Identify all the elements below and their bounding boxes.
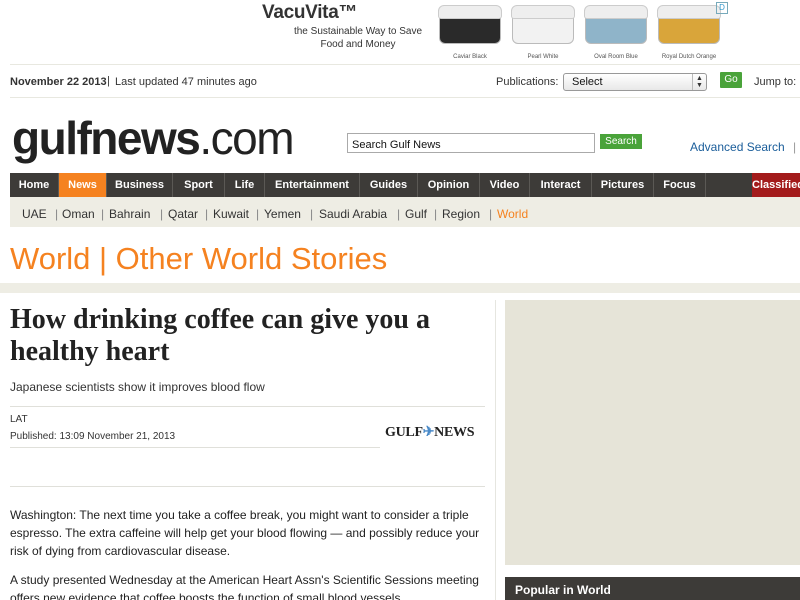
- nav-pictures[interactable]: Pictures: [592, 173, 654, 197]
- region-oman[interactable]: Oman: [62, 207, 95, 221]
- ad-product-caption: Royal Dutch Orange: [661, 54, 717, 60]
- ad-product-caption: Caviar Black: [453, 54, 487, 60]
- article-byline: LAT: [10, 414, 28, 425]
- search-input[interactable]: [347, 133, 595, 153]
- sidebar-ad-slot: [505, 300, 800, 565]
- nav-classifieds[interactable]: Classifieds: [752, 173, 800, 197]
- region-separator: |: [55, 207, 59, 221]
- nav-sport[interactable]: Sport: [173, 173, 225, 197]
- region-saudi-arabia[interactable]: Saudi Arabia: [319, 207, 387, 221]
- source-logo-right: NEWS: [434, 425, 475, 440]
- meta-divider: [10, 486, 485, 487]
- column-divider: [495, 300, 496, 600]
- nav-video[interactable]: Video: [480, 173, 530, 197]
- date-separator: |: [107, 75, 110, 87]
- ad-products: Caviar Black Pearl White Oval Room Blue …: [435, 2, 730, 60]
- nav-guides[interactable]: Guides: [360, 173, 418, 197]
- product-container-icon: [511, 5, 575, 44]
- region-qatar[interactable]: Qatar: [168, 207, 198, 221]
- ad-product-caption: Oval Room Blue: [594, 54, 638, 60]
- go-button[interactable]: Go: [720, 72, 742, 88]
- ad-product: Oval Room Blue: [581, 2, 651, 60]
- current-date: November 22 2013: [10, 76, 107, 88]
- gulf-news-source-logo: GULF✈NEWS: [385, 424, 474, 441]
- date-bar: November 22 2013 | Last updated 47 minut…: [10, 64, 800, 98]
- region-yemen[interactable]: Yemen: [264, 207, 301, 221]
- region-kuwait[interactable]: Kuwait: [213, 207, 249, 221]
- region-gulf[interactable]: Gulf: [405, 207, 427, 221]
- nav-life[interactable]: Life: [225, 173, 265, 197]
- region-separator: |: [434, 207, 438, 221]
- section-title: World | Other World Stories: [10, 241, 388, 276]
- article-paragraph: A study presented Wednesday at the Ameri…: [10, 573, 479, 600]
- nav-focus[interactable]: Focus: [654, 173, 706, 197]
- article-paragraph: Washington: The next time you take a cof…: [10, 508, 480, 558]
- region-uae[interactable]: UAE: [22, 207, 47, 221]
- advanced-search-link[interactable]: Advanced Search: [690, 140, 785, 154]
- ad-product: Pearl White: [508, 2, 578, 60]
- region-separator: |: [160, 207, 164, 221]
- product-container-icon: [657, 5, 721, 44]
- product-container-icon: [584, 5, 648, 44]
- popular-in-world-header: Popular in World: [505, 577, 800, 600]
- region-world[interactable]: World: [497, 207, 528, 221]
- gulf-news-bird-icon: ✈: [422, 425, 435, 440]
- region-nav: UAE | Oman | Bahrain | Qatar | Kuwait | …: [10, 197, 800, 227]
- select-arrows-icon: ▲ ▼: [692, 74, 706, 90]
- article-headline: How drinking coffee can give you a healt…: [10, 304, 430, 367]
- search-button[interactable]: Search: [600, 134, 642, 149]
- section-divider: [0, 283, 800, 293]
- meta-divider: [10, 447, 380, 448]
- ad-product: Caviar Black: [435, 2, 505, 60]
- meta-divider: [10, 406, 485, 407]
- ad-brand: VacuVita™: [262, 2, 358, 23]
- nav-interact[interactable]: Interact: [530, 173, 592, 197]
- article-subhead: Japanese scientists show it improves blo…: [10, 380, 265, 394]
- product-container-icon: [438, 5, 502, 44]
- source-logo-left: GULF: [385, 425, 423, 440]
- region-separator: |: [310, 207, 314, 221]
- main-nav: Home News Business Sport Life Entertainm…: [10, 173, 800, 197]
- adchoices-icon[interactable]: D: [716, 2, 728, 14]
- nav-opinion[interactable]: Opinion: [418, 173, 480, 197]
- jump-to-label: Jump to:: [754, 76, 797, 88]
- publications-label: Publications:: [496, 76, 559, 88]
- region-region[interactable]: Region: [442, 207, 480, 221]
- region-separator: |: [397, 207, 401, 221]
- region-separator: |: [256, 207, 260, 221]
- advanced-search-separator: |: [793, 140, 797, 154]
- logo-domain: .com: [199, 112, 294, 164]
- region-separator: |: [489, 207, 493, 221]
- site-logo[interactable]: gulfnews.com: [12, 112, 295, 164]
- nav-entertainment[interactable]: Entertainment: [265, 173, 360, 197]
- region-bahrain[interactable]: Bahrain: [109, 207, 150, 221]
- ad-product-caption: Pearl White: [527, 54, 559, 60]
- ad-product: Royal Dutch Orange: [654, 2, 724, 60]
- region-separator: |: [101, 207, 105, 221]
- ad-banner[interactable]: VacuVita™ the Sustainable Way to Save Fo…: [250, 0, 730, 62]
- nav-home[interactable]: Home: [10, 173, 59, 197]
- last-updated: Last updated 47 minutes ago: [115, 76, 257, 88]
- nav-news[interactable]: News: [59, 173, 107, 197]
- publications-select-value: Select: [572, 76, 603, 88]
- publications-select[interactable]: Select ▲ ▼: [563, 73, 707, 91]
- ad-tagline: the Sustainable Way to Save Food and Mon…: [293, 26, 423, 50]
- article-published: Published: 13:09 November 21, 2013: [10, 431, 176, 442]
- nav-classifieds-label: Classifieds: [752, 179, 800, 191]
- logo-wordmark: gulfnews: [12, 112, 201, 164]
- nav-business[interactable]: Business: [107, 173, 173, 197]
- region-separator: |: [205, 207, 209, 221]
